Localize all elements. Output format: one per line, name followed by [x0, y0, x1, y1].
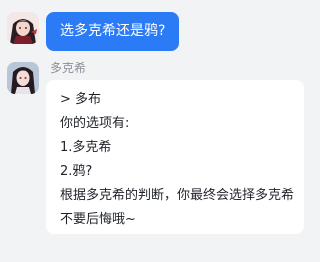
bot-message-line: 根据多克希的判断，你最终会选择多克希	[60, 188, 295, 203]
chat-view: 选多克希还是鸦? 多克希 > 多布 你的选项有: 1.多克希 2.鸦? 根据多克…	[0, 0, 320, 262]
user-avatar[interactable]	[7, 12, 39, 44]
bot-message-line: 2.鸦?	[60, 164, 93, 179]
avatar-image-icon	[7, 12, 39, 44]
bot-message-bubble[interactable]: > 多布 你的选项有: 1.多克希 2.鸦? 根据多克希的判断，你最终会选择多克…	[46, 80, 304, 234]
bot-message-line: 不要后悔哦~	[60, 212, 136, 227]
bot-sender-name: 多克希	[50, 61, 87, 75]
bot-message-line: > 多布	[60, 92, 102, 107]
bot-message-line: 你的选项有:	[60, 116, 130, 131]
user-message-bubble[interactable]: 选多克希还是鸦?	[46, 12, 180, 51]
bot-message-line: 1.多克希	[60, 140, 112, 155]
bot-avatar[interactable]	[7, 62, 39, 94]
user-message-text: 选多克希还是鸦?	[60, 23, 166, 39]
avatar-image-icon	[7, 62, 39, 94]
